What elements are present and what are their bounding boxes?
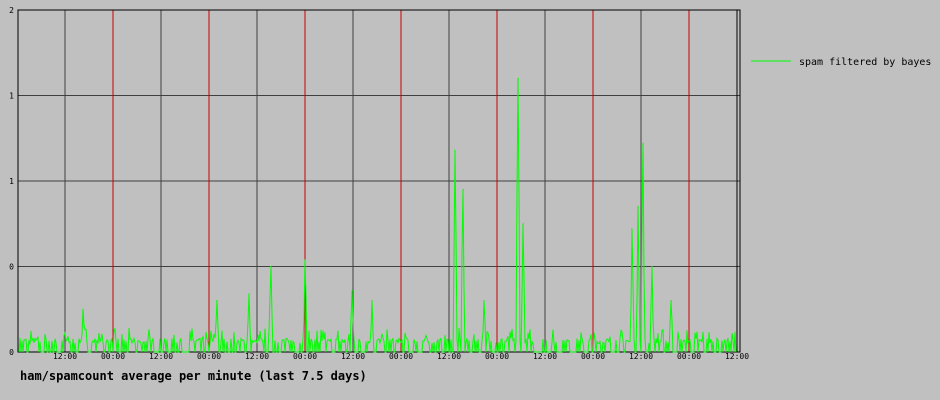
legend-label: spam filtered by bayes [799, 57, 931, 68]
data-point [522, 223, 525, 225]
y-tick-label: 1 [9, 92, 14, 101]
x-tick-label: 12:00 [533, 352, 557, 361]
data-point [351, 289, 353, 292]
data-point [270, 265, 272, 268]
data-point [637, 206, 639, 208]
data-point [82, 308, 84, 310]
x-tick-label: 00:00 [389, 352, 413, 361]
x-tick-label: 00:00 [101, 352, 125, 361]
y-tick-label: 0 [9, 263, 14, 272]
chart-caption: ham/spamcount average per minute (last 7… [20, 369, 367, 383]
x-tick-label: 00:00 [677, 352, 701, 361]
data-point [248, 293, 250, 295]
x-tick-label: 00:00 [581, 352, 605, 361]
y-tick-label: 1 [9, 177, 14, 186]
data-point [651, 265, 653, 268]
data-point [454, 149, 456, 151]
y-tick-label: 2 [9, 6, 14, 15]
x-tick-label: 12:00 [725, 352, 749, 361]
x-tick-label: 12:00 [245, 352, 269, 361]
chart: 0 0 1 1 2 12:00 00:00 12:00 00:00 12:00 00:00 12:00… [9, 6, 931, 361]
data-point [215, 300, 218, 302]
data-point [670, 300, 673, 302]
x-tick-label: 12:00 [629, 352, 653, 361]
data-point [304, 259, 306, 261]
data-point [517, 77, 519, 79]
x-tick-label: 12:00 [341, 352, 365, 361]
x-tick-label: 00:00 [293, 352, 317, 361]
data-point [30, 330, 32, 333]
x-tick-label: 00:00 [485, 352, 509, 361]
x-tick-label: 00:00 [197, 352, 221, 361]
y-tick-label: 0 [9, 348, 14, 357]
x-tick-label: 12:00 [53, 352, 77, 361]
data-point [462, 188, 465, 191]
data-point [642, 142, 644, 144]
x-tick-label: 12:00 [437, 352, 461, 361]
data-point [483, 300, 485, 302]
x-tick-label: 12:00 [149, 352, 173, 361]
data-point [631, 228, 633, 230]
data-point [371, 300, 373, 302]
